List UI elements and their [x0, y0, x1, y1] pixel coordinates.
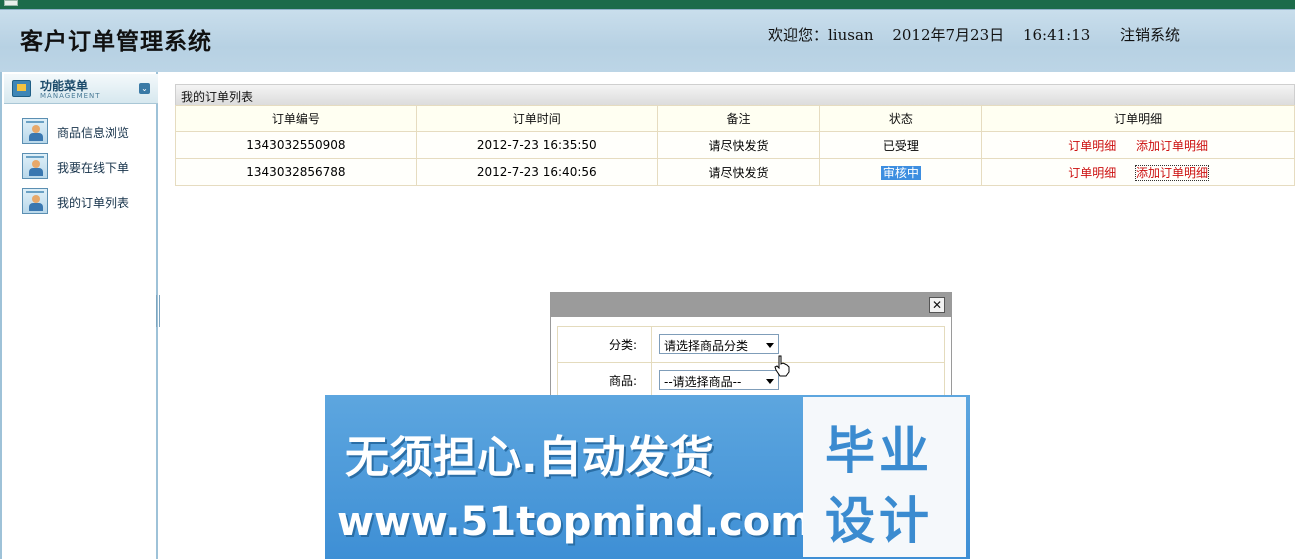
order-note: 请尽快发货 [656, 158, 821, 186]
category-selected: 请选择商品分类 [664, 339, 749, 353]
column-header: 状态 [819, 105, 983, 132]
table-header-row: 订单编号 订单时间 备注 状态 订单明细 [175, 105, 1295, 132]
add-order-detail-link[interactable]: 添加订单明细 [1135, 164, 1210, 181]
sidebar-item-label: 我要在线下单 [57, 161, 130, 175]
orders-table: 订单编号 订单时间 备注 状态 订单明细 1343032550908 2012-… [175, 105, 1295, 186]
order-actions: 订单明细 添加订单明细 [981, 158, 1295, 186]
dialog-titlebar[interactable] [551, 293, 951, 317]
category-select[interactable]: 请选择商品分类 [659, 334, 779, 354]
column-header: 订单时间 [415, 105, 658, 132]
watermark-logo-box: 毕业 设计 [803, 397, 966, 557]
window-top-strip [0, 0, 1295, 9]
menu-icon [12, 80, 31, 97]
watermark-logo-line2: 设计 [825, 492, 933, 550]
order-time: 2012-7-23 16:40:56 [415, 158, 658, 186]
menu-subtitle: MANAGEMENT [40, 92, 101, 100]
order-detail-link[interactable]: 订单明细 [1068, 139, 1116, 153]
collapse-icon[interactable]: ⌄ [139, 83, 150, 94]
splitter-handle[interactable] [156, 295, 160, 327]
user-card-icon [22, 118, 48, 144]
sidebar-item-my-orders[interactable]: 我的订单列表 [22, 188, 152, 216]
order-status: 已受理 [819, 131, 983, 159]
close-icon[interactable]: ✕ [929, 297, 945, 313]
watermark-slogan: 无须担心.自动发货 [345, 432, 714, 483]
user-card-icon [22, 188, 48, 214]
column-header: 备注 [656, 105, 821, 132]
order-actions: 订单明细 添加订单明细 [981, 131, 1295, 159]
sidebar-item-label: 商品信息浏览 [57, 126, 130, 140]
hand-cursor-icon [774, 355, 790, 377]
welcome-info: 欢迎您：liusan 2012年7月23日 16:41:13 [768, 24, 1104, 45]
sidebar: 功能菜单 MANAGEMENT ⌄ 商品信息浏览 我要在线下单 我的订单列表 [0, 72, 158, 559]
order-detail-link[interactable]: 订单明细 [1068, 166, 1116, 180]
order-id: 1343032550908 [175, 131, 417, 159]
order-status: 审核中 [819, 158, 983, 186]
column-header: 订单编号 [175, 105, 417, 132]
sidebar-item-label: 我的订单列表 [57, 196, 130, 210]
category-label: 分类: [557, 326, 652, 363]
app-title: 客户订单管理系统 [20, 28, 212, 55]
column-header: 订单明细 [981, 105, 1295, 132]
dialog-form: 分类: 请选择商品分类 商品: --请选择商品-- [557, 326, 945, 399]
watermark-logo-line1: 毕业 [825, 422, 933, 480]
logout-link[interactable]: 注销系统 [1120, 24, 1180, 45]
sidebar-item-browse-products[interactable]: 商品信息浏览 [22, 118, 152, 146]
welcome-user: 欢迎您：liusan [768, 26, 874, 44]
current-date: 2012年7月23日 [892, 26, 1005, 44]
status-badge: 审核中 [880, 165, 921, 180]
product-select[interactable]: --请选择商品-- [659, 370, 779, 390]
table-row: 1343032550908 2012-7-23 16:35:50 请尽快发货 已… [175, 131, 1295, 159]
user-card-icon [22, 153, 48, 179]
window-icon [4, 0, 18, 6]
current-time: 16:41:13 [1022, 26, 1091, 44]
add-order-detail-link[interactable]: 添加订单明细 [1136, 139, 1208, 153]
page-title: 我的订单列表 [181, 90, 254, 104]
header: 客户订单管理系统 欢迎您：liusan 2012年7月23日 16:41:13 … [0, 9, 1295, 72]
menu-header[interactable]: 功能菜单 MANAGEMENT ⌄ [4, 74, 158, 104]
chevron-down-icon [766, 343, 774, 348]
order-time: 2012-7-23 16:35:50 [415, 131, 658, 159]
chevron-down-icon [766, 379, 774, 384]
status-badge: 已受理 [882, 138, 919, 153]
orders-panel-title: 我的订单列表 [175, 84, 1295, 106]
watermark-banner: 无须担心.自动发货 www.51topmind.com 毕业 设计 [325, 395, 970, 559]
order-id: 1343032856788 [175, 158, 417, 186]
product-label: 商品: [557, 362, 652, 399]
order-note: 请尽快发货 [656, 131, 821, 159]
sidebar-item-place-order[interactable]: 我要在线下单 [22, 153, 152, 181]
product-selected: --请选择商品-- [664, 375, 742, 389]
table-row: 1343032856788 2012-7-23 16:40:56 请尽快发货 审… [175, 158, 1295, 186]
add-detail-dialog: ✕ 分类: 请选择商品分类 商品: --请选择商品-- [550, 292, 952, 402]
watermark-url: www.51topmind.com [337, 499, 812, 545]
